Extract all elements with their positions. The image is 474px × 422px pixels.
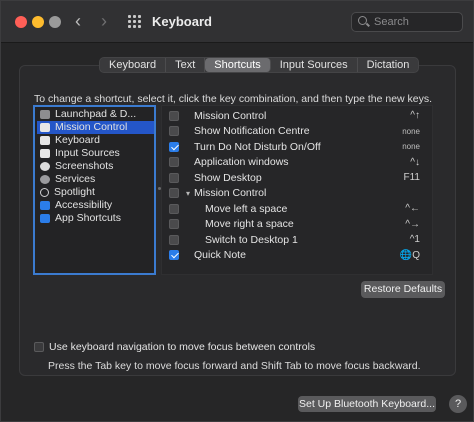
shortcut-label: Mission Control <box>194 187 267 200</box>
restore-defaults-button[interactable]: Restore Defaults <box>361 281 445 298</box>
keyboard-navigation-hint: Press the Tab key to move focus forward … <box>48 360 421 372</box>
keyboard-preferences-window: ‹ › Keyboard Search Keyboard Text Shortc… <box>0 0 474 422</box>
category-label: Keyboard <box>55 134 100 147</box>
mission-control-icon <box>40 122 50 132</box>
shortcut-key[interactable]: none <box>402 127 420 136</box>
app-shortcuts-icon <box>40 213 50 223</box>
shortcut-row[interactable]: Move left a space ^← <box>162 201 432 217</box>
tab-dictation[interactable]: Dictation <box>358 58 419 72</box>
input-sources-icon <box>40 148 50 158</box>
search-placeholder: Search <box>374 16 409 28</box>
shortcut-checkbox[interactable] <box>169 157 179 168</box>
title-bar: ‹ › Keyboard Search <box>1 1 473 43</box>
category-label: Spotlight <box>54 186 95 199</box>
instruction-text: To change a shortcut, select it, click t… <box>34 93 433 105</box>
services-gear-icon <box>40 174 50 184</box>
shortcut-group-row[interactable]: ▾ Mission Control <box>162 186 432 202</box>
category-accessibility[interactable]: Accessibility <box>37 199 154 212</box>
show-all-grid-icon[interactable] <box>128 15 141 28</box>
shortcut-checkbox[interactable] <box>169 234 179 245</box>
tab-shortcuts[interactable]: Shortcuts <box>205 58 271 72</box>
spotlight-icon <box>40 187 49 197</box>
shortcut-label: Move right a space <box>205 218 294 231</box>
accessibility-icon <box>40 200 50 210</box>
shortcut-row[interactable]: Turn Do Not Disturb On/Off none <box>162 139 432 155</box>
tab-input-sources[interactable]: Input Sources <box>271 58 358 72</box>
shortcut-label: Show Desktop <box>194 171 262 184</box>
category-keyboard[interactable]: Keyboard <box>37 134 154 147</box>
shortcut-row[interactable]: Show Notification Centre none <box>162 124 432 140</box>
search-icon <box>358 16 367 25</box>
set-up-bluetooth-keyboard-button[interactable]: Set Up Bluetooth Keyboard... <box>298 396 436 412</box>
tab-bar: Keyboard Text Shortcuts Input Sources Di… <box>99 57 420 73</box>
shortcut-key[interactable]: ^↑ <box>410 110 420 121</box>
shortcut-checkbox[interactable] <box>169 126 179 137</box>
category-launchpad[interactable]: Launchpad & D... <box>37 108 154 121</box>
keyboard-navigation-checkbox[interactable] <box>34 342 44 352</box>
shortcut-label: Turn Do Not Disturb On/Off <box>194 140 321 153</box>
category-label: Accessibility <box>55 199 113 212</box>
chevron-down-icon[interactable]: ▾ <box>186 189 190 198</box>
shortcut-row[interactable]: Move right a space ^→ <box>162 217 432 233</box>
shortcut-checkbox[interactable] <box>169 141 179 152</box>
shortcut-key[interactable]: ^1 <box>410 234 420 245</box>
shortcut-key[interactable]: ^← <box>405 203 420 214</box>
search-field[interactable]: Search <box>351 12 463 32</box>
back-arrow-icon[interactable]: ‹ <box>75 11 81 31</box>
category-services[interactable]: Services <box>37 173 154 186</box>
shortcut-checkbox[interactable] <box>169 110 179 121</box>
shortcut-label: Move left a space <box>205 202 288 215</box>
category-label: Input Sources <box>55 147 120 160</box>
shortcut-row[interactable]: Application windows ^↓ <box>162 155 432 171</box>
shortcut-key[interactable]: 🌐Q <box>400 250 420 261</box>
tab-keyboard[interactable]: Keyboard <box>100 58 167 72</box>
minimize-button[interactable] <box>32 16 44 28</box>
shortcut-label: Application windows <box>194 156 289 169</box>
shortcut-label: Switch to Desktop 1 <box>205 233 298 246</box>
category-input-sources[interactable]: Input Sources <box>37 147 154 160</box>
keyboard-icon <box>40 135 50 145</box>
shortcut-key[interactable]: none <box>402 142 420 151</box>
category-label: Screenshots <box>55 160 114 173</box>
shortcut-row[interactable]: Quick Note 🌐Q <box>162 248 432 264</box>
shortcut-checkbox[interactable] <box>169 250 179 261</box>
forward-arrow-icon[interactable]: › <box>101 11 107 31</box>
shortcut-label: Mission Control <box>194 109 267 122</box>
category-app-shortcuts[interactable]: App Shortcuts <box>37 212 154 225</box>
shortcut-label: Quick Note <box>194 249 246 262</box>
category-label: Mission Control <box>55 121 128 134</box>
shortcut-key[interactable]: ^↓ <box>410 157 420 168</box>
shortcut-list: Mission Control ^↑ Show Notification Cen… <box>161 105 433 275</box>
window-title: Keyboard <box>152 14 212 29</box>
shortcut-row[interactable]: Mission Control ^↑ <box>162 108 432 124</box>
shortcut-checkbox[interactable] <box>169 219 179 230</box>
zoom-button[interactable] <box>49 16 61 28</box>
launchpad-icon <box>40 109 50 119</box>
category-label: Launchpad & D... <box>55 108 137 121</box>
category-screenshots[interactable]: Screenshots <box>37 160 154 173</box>
screenshots-icon <box>40 161 50 171</box>
category-mission-control[interactable]: Mission Control <box>37 121 154 134</box>
shortcut-row[interactable]: Switch to Desktop 1 ^1 <box>162 232 432 248</box>
category-list: Launchpad & D... Mission Control Keyboar… <box>33 105 156 275</box>
shortcut-row[interactable]: Show Desktop F11 <box>162 170 432 186</box>
shortcut-checkbox[interactable] <box>169 188 179 199</box>
keyboard-navigation-label[interactable]: Use keyboard navigation to move focus be… <box>49 341 315 353</box>
tab-text[interactable]: Text <box>166 58 206 72</box>
shortcut-key[interactable]: ^→ <box>405 219 420 230</box>
category-label: App Shortcuts <box>55 212 121 225</box>
category-spotlight[interactable]: Spotlight <box>37 186 154 199</box>
shortcut-checkbox[interactable] <box>169 172 179 183</box>
help-button[interactable]: ? <box>449 395 467 413</box>
close-button[interactable] <box>15 16 27 28</box>
shortcut-key[interactable]: F11 <box>404 172 421 183</box>
shortcut-label: Show Notification Centre <box>194 125 310 138</box>
shortcut-checkbox[interactable] <box>169 203 179 214</box>
category-label: Services <box>55 173 96 186</box>
